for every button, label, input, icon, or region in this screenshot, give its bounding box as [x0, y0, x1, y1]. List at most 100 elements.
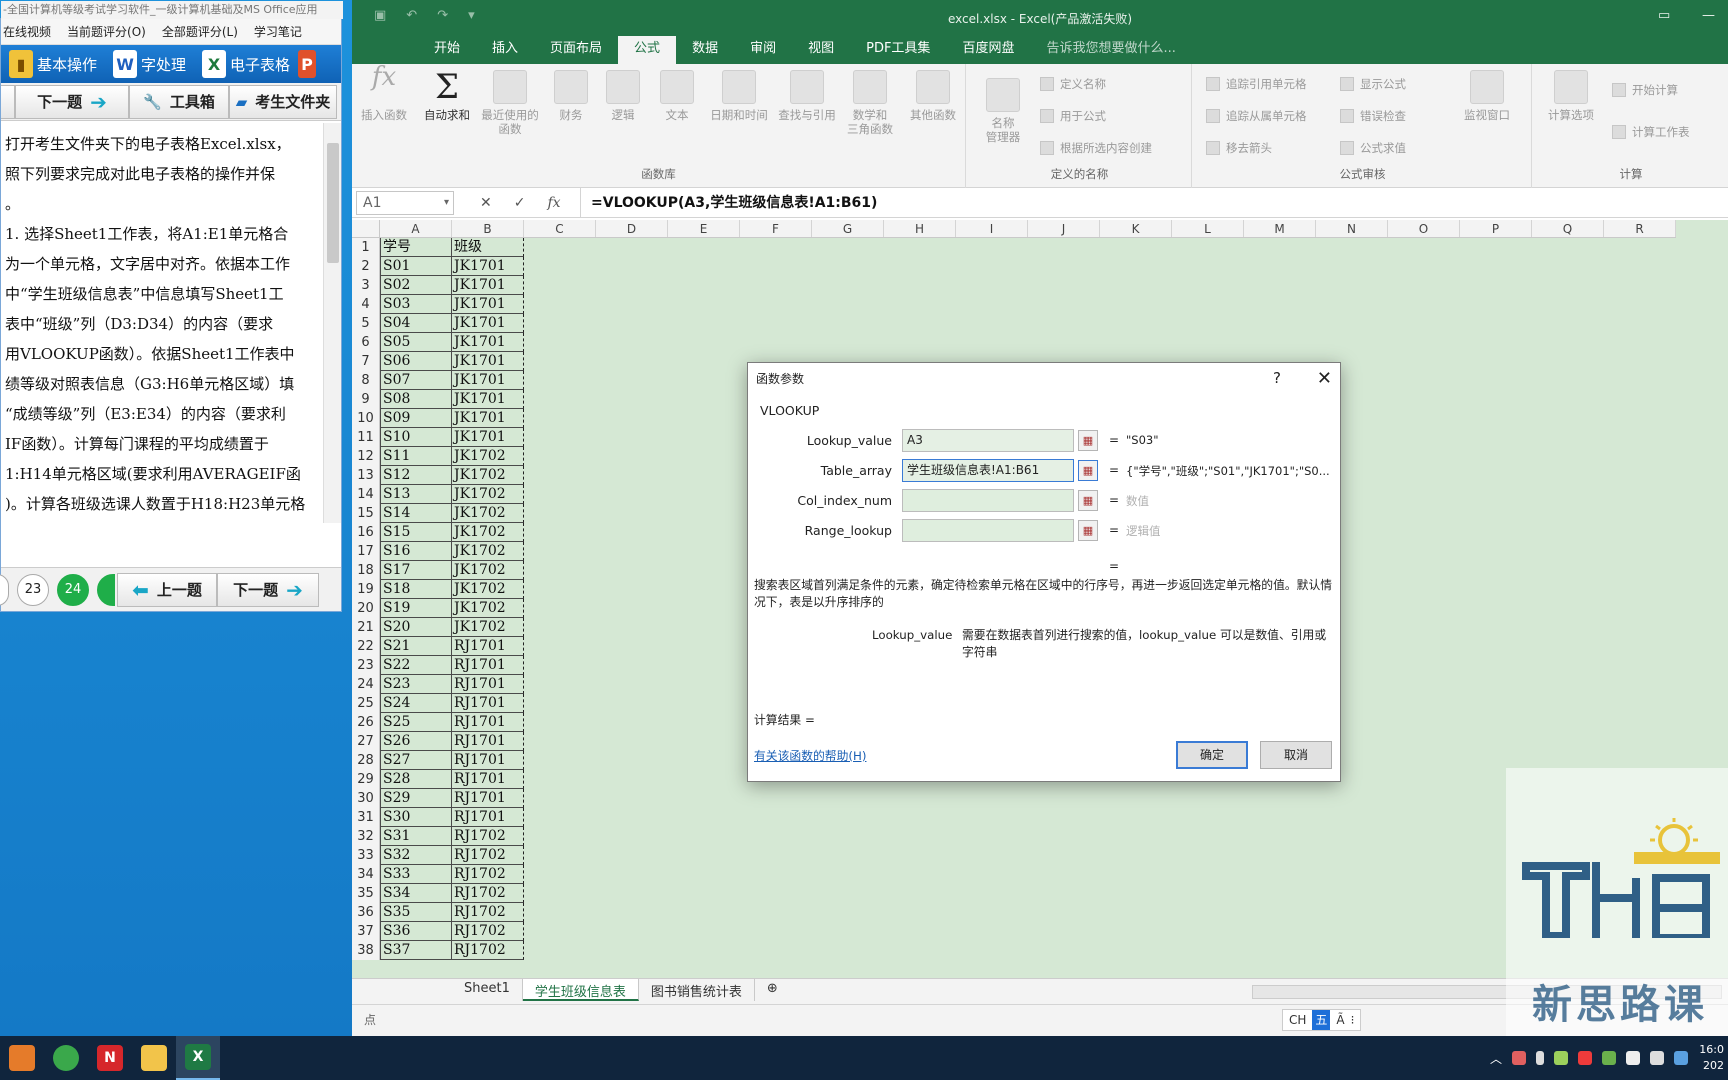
tab-formulas[interactable]: 公式: [618, 36, 677, 64]
menu-score-current[interactable]: 当前题评分(O): [65, 23, 160, 40]
notification-icon[interactable]: [1674, 1051, 1688, 1065]
row-header[interactable]: 36: [352, 903, 380, 922]
tell-me-search[interactable]: 告诉我您想要做什么...: [1030, 36, 1191, 64]
select-all-corner[interactable]: [352, 220, 380, 238]
cell-b[interactable]: JK1702: [452, 561, 524, 580]
cell-b[interactable]: 班级: [452, 238, 524, 257]
cell-a[interactable]: S03: [380, 295, 452, 314]
cell-a[interactable]: S09: [380, 409, 452, 428]
use-in-formula-button[interactable]: 用于公式: [1040, 108, 1106, 124]
column-header[interactable]: H: [884, 220, 956, 237]
cell-a[interactable]: S34: [380, 884, 452, 903]
ime-toolbar[interactable]: CH 五 Ã ⁝: [1282, 1009, 1362, 1031]
question-scrollbar[interactable]: [323, 123, 341, 523]
calc-options-button[interactable]: 计算选项: [1540, 70, 1602, 122]
taskbar-file-explorer[interactable]: [132, 1036, 176, 1080]
tray-app-icon[interactable]: [1512, 1051, 1526, 1065]
text-button[interactable]: 文本: [654, 70, 700, 122]
row-header[interactable]: 22: [352, 637, 380, 656]
cell-b[interactable]: JK1702: [452, 523, 524, 542]
cell-b[interactable]: RJ1701: [452, 808, 524, 827]
cell-b[interactable]: RJ1702: [452, 922, 524, 941]
row-header[interactable]: 1: [352, 238, 380, 257]
cell-b[interactable]: RJ1701: [452, 694, 524, 713]
cell-b[interactable]: RJ1701: [452, 675, 524, 694]
cell-a[interactable]: S17: [380, 561, 452, 580]
cell-a[interactable]: S18: [380, 580, 452, 599]
insert-function-button[interactable]: fx 插入函数: [358, 64, 410, 122]
row-header[interactable]: 34: [352, 865, 380, 884]
row-header[interactable]: 23: [352, 656, 380, 675]
row-header[interactable]: 17: [352, 542, 380, 561]
menu-online-video[interactable]: 在线视频: [1, 23, 65, 40]
create-from-selection-button[interactable]: 根据所选内容创建: [1040, 140, 1152, 156]
row-header[interactable]: 18: [352, 561, 380, 580]
cell-a[interactable]: S05: [380, 333, 452, 352]
cell-b[interactable]: RJ1702: [452, 865, 524, 884]
cell-b[interactable]: JK1702: [452, 504, 524, 523]
taskbar-app-3[interactable]: N: [88, 1036, 132, 1080]
column-header[interactable]: O: [1388, 220, 1460, 237]
cell-a[interactable]: S33: [380, 865, 452, 884]
cell-a[interactable]: S27: [380, 751, 452, 770]
cancel-icon[interactable]: ✕: [480, 195, 492, 211]
taskbar-app-2[interactable]: [44, 1036, 88, 1080]
arg-input-lookup-value[interactable]: A3: [902, 429, 1074, 452]
arg-input-table-array[interactable]: 学生班级信息表!A1:B61: [902, 459, 1074, 482]
cell-a[interactable]: S32: [380, 846, 452, 865]
column-header[interactable]: B: [452, 220, 524, 237]
cell-a[interactable]: S08: [380, 390, 452, 409]
cell-b[interactable]: JK1701: [452, 295, 524, 314]
name-manager-button[interactable]: 名称 管理器: [978, 78, 1028, 144]
row-header[interactable]: 6: [352, 333, 380, 352]
row-header[interactable]: 32: [352, 827, 380, 846]
row-header[interactable]: 31: [352, 808, 380, 827]
cell-b[interactable]: JK1701: [452, 333, 524, 352]
row-header[interactable]: 21: [352, 618, 380, 637]
cell-b[interactable]: JK1701: [452, 314, 524, 333]
cell-a[interactable]: S21: [380, 637, 452, 656]
column-header[interactable]: K: [1100, 220, 1172, 237]
datetime-button[interactable]: 日期和时间: [704, 70, 774, 122]
name-box[interactable]: A1: [356, 190, 454, 215]
cell-b[interactable]: JK1701: [452, 409, 524, 428]
cell-a[interactable]: S35: [380, 903, 452, 922]
prev-question-button[interactable]: ⬅ 上一题: [117, 572, 217, 607]
collapse-dialog-icon[interactable]: ▦: [1078, 490, 1098, 511]
clock[interactable]: 16:0 202: [1698, 1042, 1724, 1074]
cell-a[interactable]: S07: [380, 371, 452, 390]
cell-a[interactable]: S13: [380, 485, 452, 504]
row-header[interactable]: 25: [352, 694, 380, 713]
row-header[interactable]: 19: [352, 580, 380, 599]
cell-b[interactable]: JK1702: [452, 580, 524, 599]
collapse-dialog-icon[interactable]: ▦: [1078, 520, 1098, 541]
close-icon[interactable]: ✕: [1317, 368, 1332, 389]
cell-b[interactable]: RJ1701: [452, 656, 524, 675]
column-header[interactable]: C: [524, 220, 596, 237]
row-header[interactable]: 11: [352, 428, 380, 447]
tab-word[interactable]: W 字处理: [105, 45, 194, 83]
check-icon[interactable]: ✓: [514, 195, 526, 211]
column-header[interactable]: L: [1172, 220, 1244, 237]
cell-b[interactable]: RJ1701: [452, 789, 524, 808]
row-header[interactable]: 5: [352, 314, 380, 333]
function-help-link[interactable]: 有关该函数的帮助(H): [754, 747, 866, 764]
cell-b[interactable]: JK1702: [452, 542, 524, 561]
cell-a[interactable]: S37: [380, 941, 452, 960]
column-header[interactable]: F: [740, 220, 812, 237]
row-header[interactable]: 37: [352, 922, 380, 941]
row-header[interactable]: 15: [352, 504, 380, 523]
row-header[interactable]: 30: [352, 789, 380, 808]
row-header[interactable]: 4: [352, 295, 380, 314]
column-header[interactable]: E: [668, 220, 740, 237]
column-header[interactable]: Q: [1532, 220, 1604, 237]
row-header[interactable]: 38: [352, 941, 380, 960]
cell-a[interactable]: S11: [380, 447, 452, 466]
cell-a[interactable]: S22: [380, 656, 452, 675]
row-header[interactable]: 10: [352, 409, 380, 428]
row-header[interactable]: 24: [352, 675, 380, 694]
sheet-tab-book-sales[interactable]: 图书销售统计表: [639, 979, 755, 1001]
row-header[interactable]: 8: [352, 371, 380, 390]
math-trig-button[interactable]: 数学和 三角函数: [842, 70, 898, 136]
question-number-partial[interactable]: [97, 573, 115, 606]
